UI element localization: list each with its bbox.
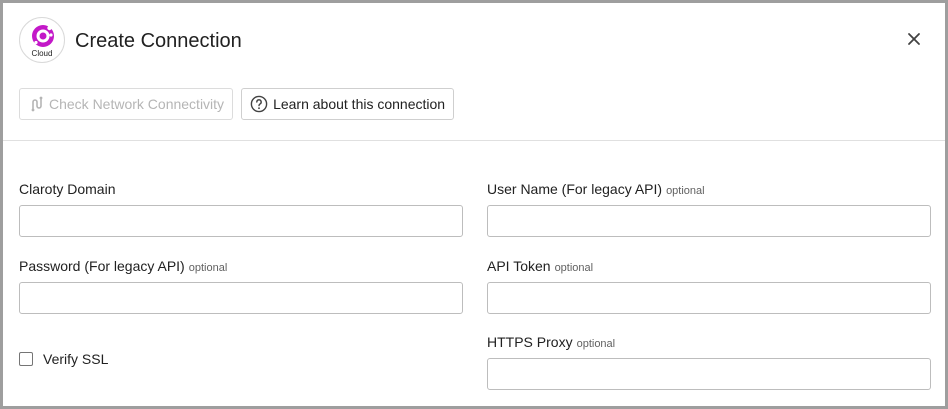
check-network-label: Check Network Connectivity	[49, 96, 225, 112]
dialog-header: Cloud Create Connection	[3, 3, 945, 81]
check-network-connectivity-button[interactable]: Check Network Connectivity	[19, 88, 234, 120]
claroty-domain-label-text: Claroty Domain	[19, 181, 116, 197]
api-token-label-text: API Token	[487, 258, 551, 274]
help-circle-icon	[250, 95, 268, 113]
api-token-input[interactable]	[487, 282, 931, 314]
claroty-domain-label: Claroty Domain	[19, 179, 463, 199]
api-token-field: API Token optional	[487, 256, 931, 314]
close-icon[interactable]	[905, 30, 923, 48]
user-name-input[interactable]	[487, 205, 931, 237]
password-optional-tag: optional	[188, 262, 228, 274]
dialog-title: Create Connection	[75, 30, 242, 52]
api-token-label: API Token optional	[487, 256, 931, 276]
logo-label: Cloud	[31, 49, 53, 58]
create-connection-dialog: Cloud Create Connection Check Network Co…	[0, 0, 948, 409]
https-proxy-input[interactable]	[487, 358, 931, 390]
verify-ssl-checkbox[interactable]	[19, 352, 33, 366]
password-label-text: Password (For legacy API)	[19, 258, 185, 274]
claroty-domain-field: Claroty Domain	[19, 179, 463, 237]
network-connectivity-icon	[28, 96, 44, 112]
password-field: Password (For legacy API) optional	[19, 256, 463, 314]
close-button[interactable]	[905, 30, 923, 48]
password-label: Password (For legacy API) optional	[19, 256, 463, 276]
claroty-cloud-logo: Cloud	[19, 17, 65, 63]
user-name-label: User Name (For legacy API) optional	[487, 179, 931, 199]
learn-label: Learn about this connection	[273, 96, 446, 112]
user-name-label-text: User Name (For legacy API)	[487, 181, 663, 197]
claroty-domain-input[interactable]	[19, 205, 463, 237]
verify-ssl-checkbox-row[interactable]: Verify SSL	[19, 351, 108, 367]
verify-ssl-label: Verify SSL	[43, 351, 109, 367]
api-token-optional-tag: optional	[554, 262, 594, 274]
https-proxy-field: HTTPS Proxy optional	[487, 332, 931, 390]
user-name-field: User Name (For legacy API) optional	[487, 179, 931, 237]
password-input[interactable]	[19, 282, 463, 314]
header-divider	[3, 140, 945, 141]
learn-about-connection-button[interactable]: Learn about this connection	[241, 88, 455, 120]
https-proxy-label-text: HTTPS Proxy	[487, 334, 573, 350]
https-proxy-optional-tag: optional	[576, 338, 616, 350]
user-name-optional-tag: optional	[666, 185, 705, 197]
dialog-toolbar: Check Network Connectivity Learn about t…	[19, 88, 455, 120]
claroty-logo-icon	[32, 25, 54, 47]
https-proxy-label: HTTPS Proxy optional	[487, 332, 931, 352]
